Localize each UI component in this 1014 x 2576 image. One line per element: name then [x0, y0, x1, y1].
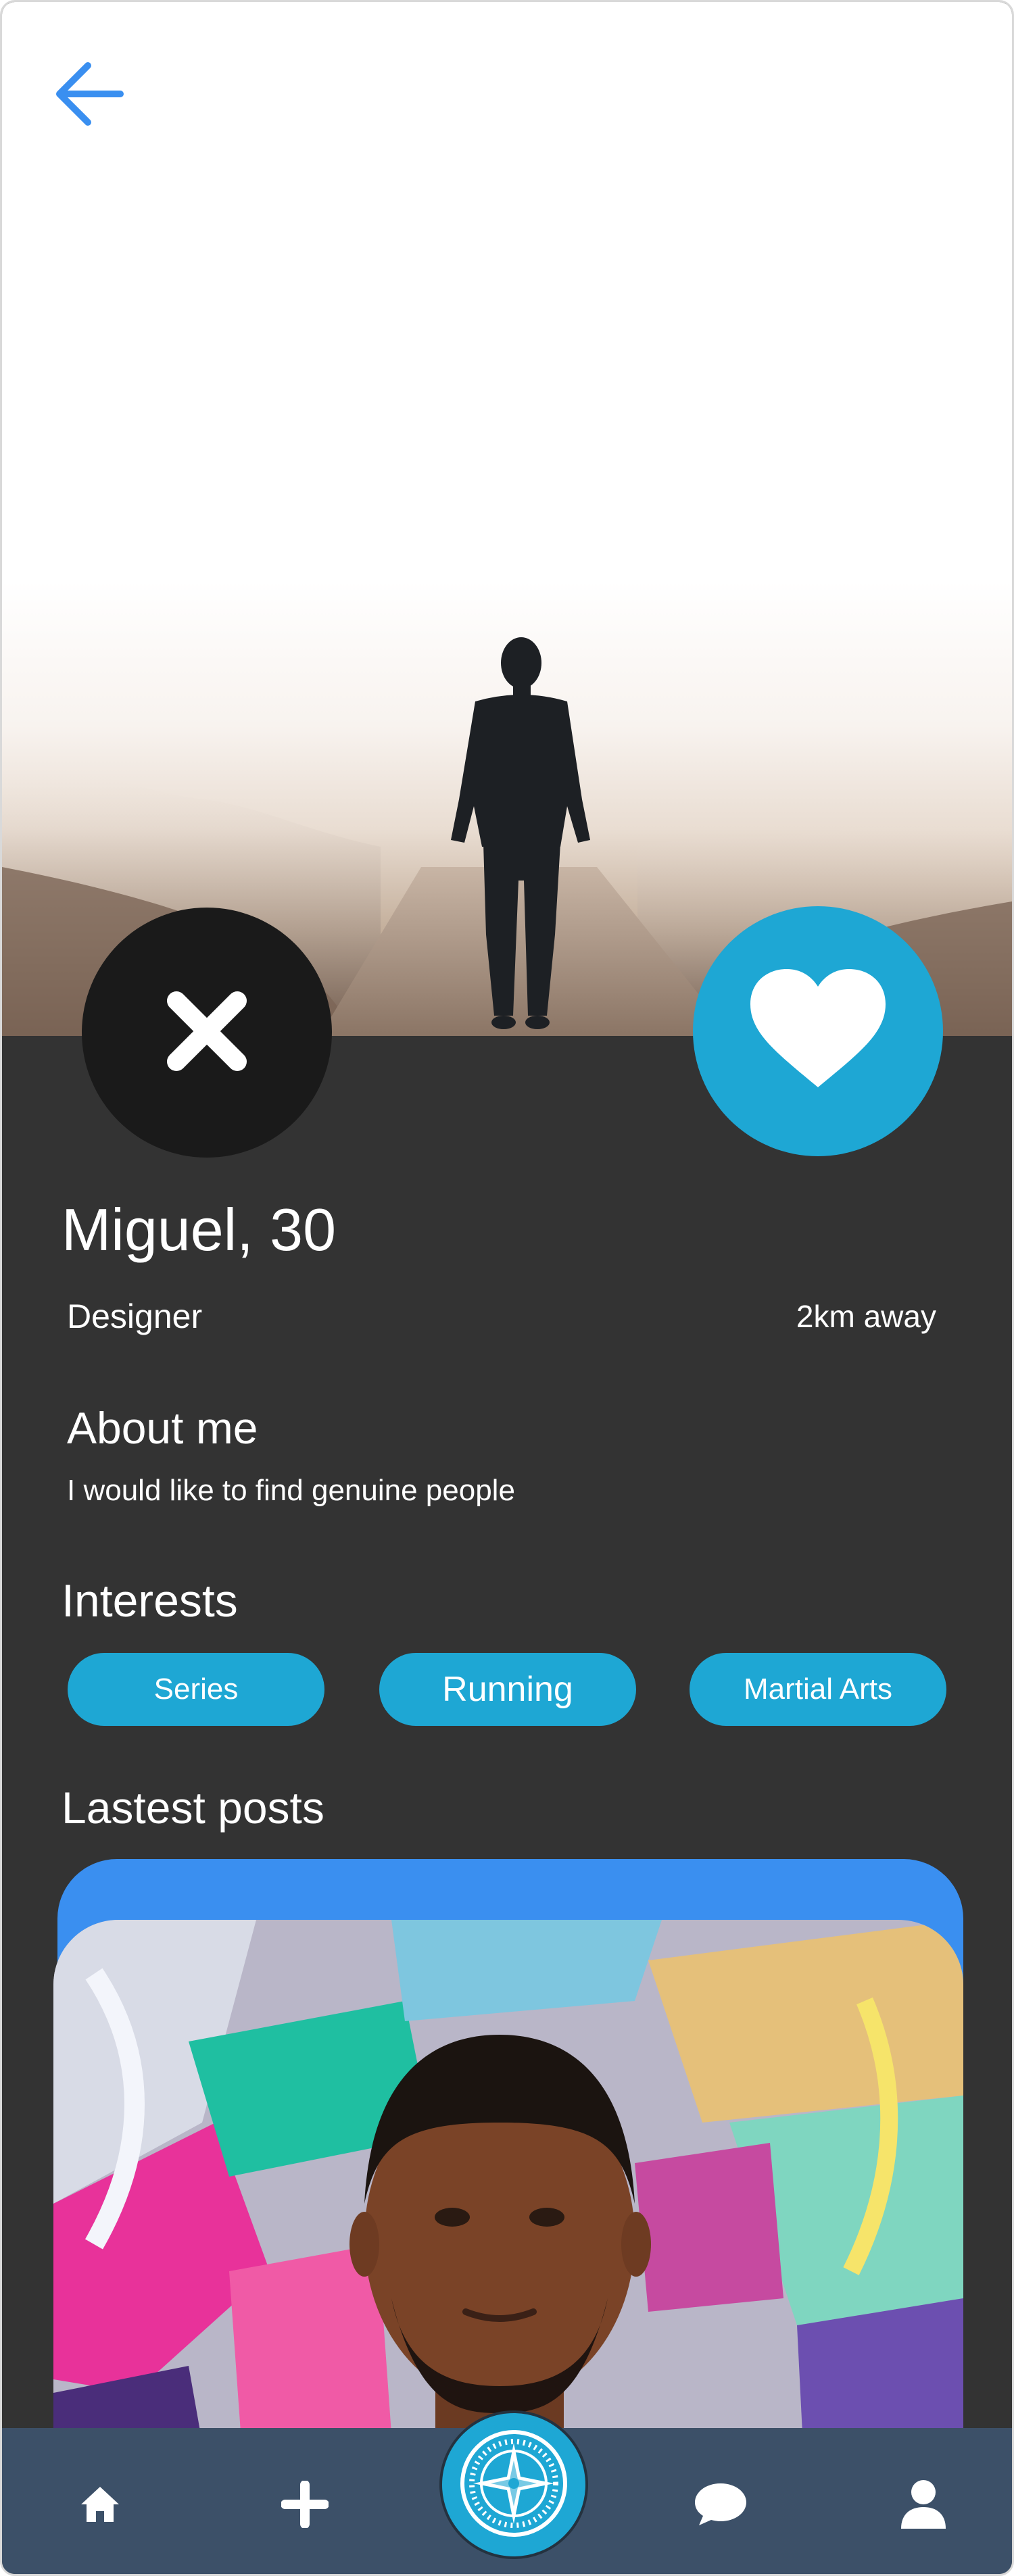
nav-discover-button[interactable]	[439, 2410, 588, 2559]
latest-posts-heading: Lastest posts	[62, 1783, 324, 1833]
user-icon	[900, 2479, 947, 2533]
home-icon	[80, 2485, 120, 2527]
about-me-text: I would like to find genuine people	[67, 1474, 515, 1507]
like-button[interactable]	[693, 906, 943, 1156]
profile-occupation: Designer	[67, 1297, 203, 1335]
nav-home-button[interactable]	[56, 2462, 144, 2550]
back-button[interactable]	[49, 55, 130, 136]
interest-chip-martial-arts[interactable]: Martial Arts	[690, 1653, 946, 1726]
back-arrow-icon	[53, 57, 127, 134]
profile-hero-photo	[2, 2, 1012, 1036]
about-me-heading: About me	[67, 1403, 258, 1453]
plus-icon	[281, 2479, 329, 2531]
interest-chip-series[interactable]: Series	[68, 1653, 324, 1726]
profile-distance: 2km away	[796, 1299, 936, 1334]
interests-heading: Interests	[62, 1575, 238, 1627]
nav-add-button[interactable]	[261, 2462, 349, 2550]
dislike-button[interactable]	[82, 908, 332, 1158]
profile-screen: Miguel, 30 Designer 2km away About me I …	[0, 0, 1014, 2576]
compass-icon	[453, 2423, 575, 2548]
interest-chip-running[interactable]: Running	[379, 1653, 636, 1726]
nav-chat-button[interactable]	[677, 2462, 765, 2550]
chat-bubble-icon	[694, 2482, 748, 2530]
nav-profile-button[interactable]	[879, 2462, 967, 2550]
profile-name-age: Miguel, 30	[62, 1196, 337, 1263]
heart-icon	[750, 968, 886, 1094]
close-x-icon	[163, 987, 251, 1079]
